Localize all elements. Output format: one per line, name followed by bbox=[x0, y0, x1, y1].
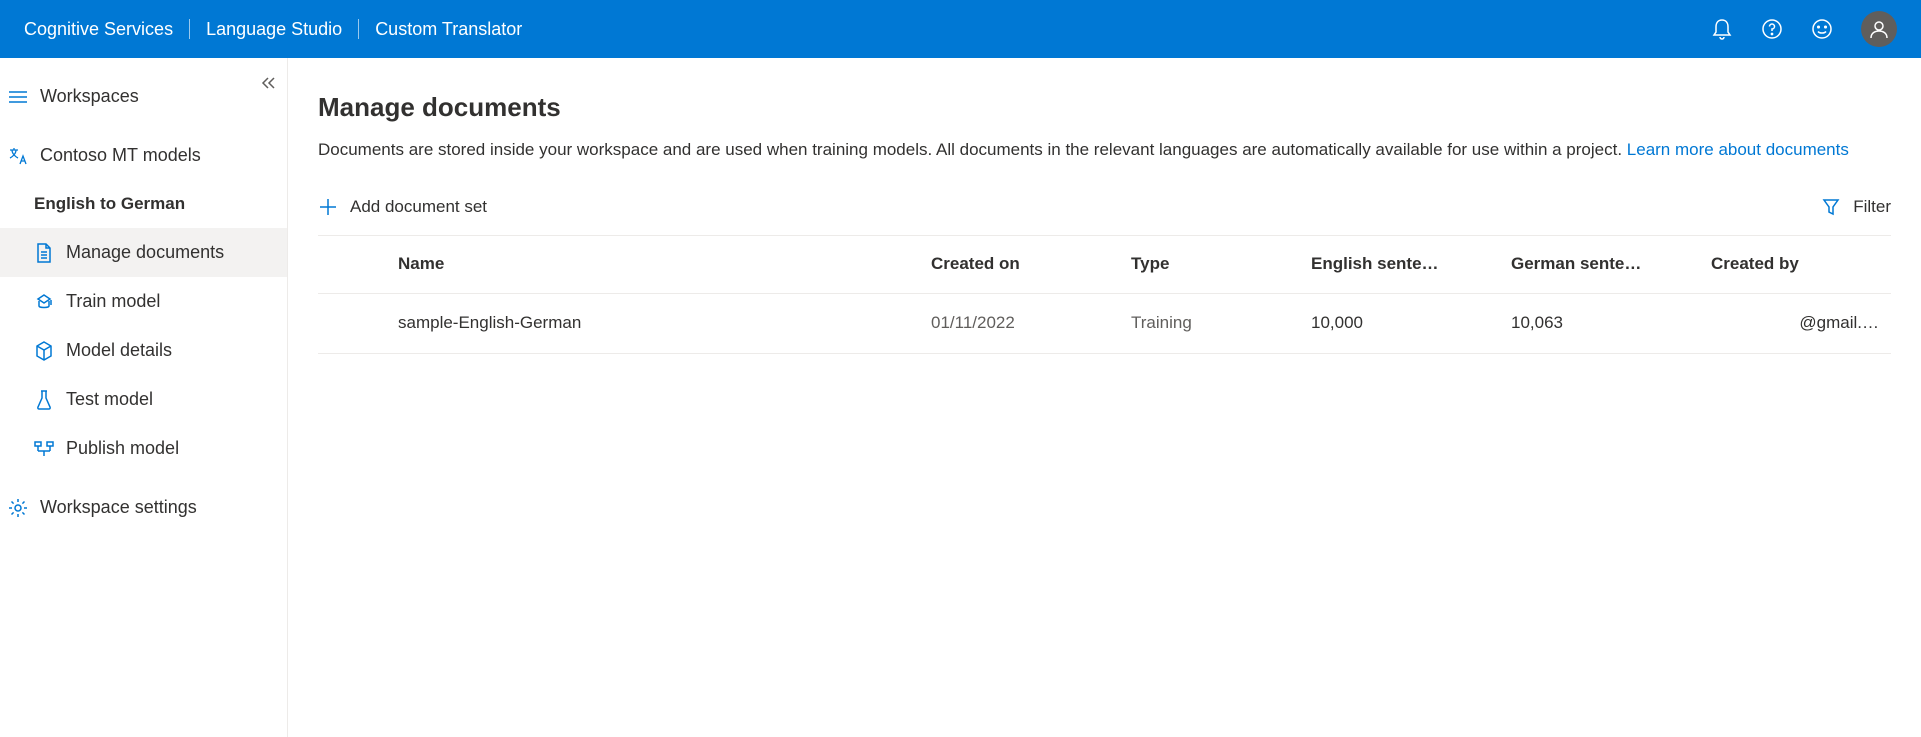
sidebar-item-test-model[interactable]: Test model bbox=[0, 375, 287, 424]
toolbar: Add document set Filter bbox=[318, 185, 1891, 236]
learn-more-link[interactable]: Learn more about documents bbox=[1627, 140, 1849, 159]
cell-english-sentences: 10,000 bbox=[1311, 313, 1511, 333]
table-header-row: Name Created on Type English sente… Germ… bbox=[318, 236, 1891, 294]
breadcrumb-cognitive-services[interactable]: Cognitive Services bbox=[24, 19, 189, 40]
breadcrumb: Cognitive Services Language Studio Custo… bbox=[24, 19, 538, 40]
document-icon bbox=[34, 243, 54, 263]
avatar[interactable] bbox=[1861, 11, 1897, 47]
main-content: Manage documents Documents are stored in… bbox=[288, 58, 1921, 737]
plus-icon bbox=[318, 197, 338, 217]
collapse-sidebar-icon[interactable] bbox=[261, 76, 277, 93]
sidebar-item-workspace[interactable]: Contoso MT models bbox=[0, 131, 287, 180]
breadcrumb-custom-translator[interactable]: Custom Translator bbox=[359, 19, 538, 40]
sidebar: Workspaces Contoso MT models English to … bbox=[0, 58, 288, 737]
translate-icon bbox=[8, 146, 28, 166]
sidebar-item-label: Publish model bbox=[66, 438, 179, 459]
documents-table: Name Created on Type English sente… Germ… bbox=[318, 236, 1891, 354]
gear-icon bbox=[8, 498, 28, 518]
list-icon bbox=[8, 87, 28, 107]
column-type[interactable]: Type bbox=[1131, 254, 1311, 274]
sidebar-item-label: English to German bbox=[34, 194, 185, 214]
column-created-on[interactable]: Created on bbox=[931, 254, 1131, 274]
cell-name: sample-English-German bbox=[398, 313, 931, 333]
notifications-icon[interactable] bbox=[1711, 18, 1733, 40]
sidebar-item-publish-model[interactable]: Publish model bbox=[0, 424, 287, 473]
sidebar-item-label: Model details bbox=[66, 340, 172, 361]
sidebar-item-project[interactable]: English to German bbox=[0, 180, 287, 228]
column-english-sentences[interactable]: English sente… bbox=[1311, 254, 1511, 274]
cell-german-sentences: 10,063 bbox=[1511, 313, 1711, 333]
top-header: Cognitive Services Language Studio Custo… bbox=[0, 0, 1921, 58]
publish-icon bbox=[34, 439, 54, 459]
help-icon[interactable] bbox=[1761, 18, 1783, 40]
sidebar-item-label: Workspaces bbox=[40, 86, 139, 107]
sidebar-item-train-model[interactable]: Train model bbox=[0, 277, 287, 326]
filter-button[interactable]: Filter bbox=[1821, 193, 1891, 221]
page-description: Documents are stored inside your workspa… bbox=[318, 137, 1891, 163]
train-icon bbox=[34, 292, 54, 312]
page-title: Manage documents bbox=[318, 92, 1891, 123]
table-row[interactable]: sample-English-German 01/11/2022 Trainin… bbox=[318, 294, 1891, 354]
filter-icon bbox=[1821, 197, 1841, 217]
sidebar-item-label: Test model bbox=[66, 389, 153, 410]
add-document-set-button[interactable]: Add document set bbox=[318, 193, 487, 221]
sidebar-item-label: Contoso MT models bbox=[40, 145, 201, 166]
sidebar-item-label: Train model bbox=[66, 291, 160, 312]
cell-created-by: @gmail.… bbox=[1711, 313, 1891, 333]
cell-type: Training bbox=[1131, 313, 1311, 333]
breadcrumb-language-studio[interactable]: Language Studio bbox=[190, 19, 358, 40]
sidebar-item-model-details[interactable]: Model details bbox=[0, 326, 287, 375]
feedback-icon[interactable] bbox=[1811, 18, 1833, 40]
flask-icon bbox=[34, 390, 54, 410]
sidebar-item-label: Manage documents bbox=[66, 242, 224, 263]
sidebar-item-label: Workspace settings bbox=[40, 497, 197, 518]
cell-created-on: 01/11/2022 bbox=[931, 313, 1131, 333]
sidebar-item-workspaces[interactable]: Workspaces bbox=[0, 72, 287, 121]
column-created-by[interactable]: Created by bbox=[1711, 254, 1891, 274]
column-german-sentences[interactable]: German sente… bbox=[1511, 254, 1711, 274]
cube-icon bbox=[34, 341, 54, 361]
column-name[interactable]: Name bbox=[398, 254, 931, 274]
sidebar-item-manage-documents[interactable]: Manage documents bbox=[0, 228, 287, 277]
sidebar-item-workspace-settings[interactable]: Workspace settings bbox=[0, 483, 287, 532]
